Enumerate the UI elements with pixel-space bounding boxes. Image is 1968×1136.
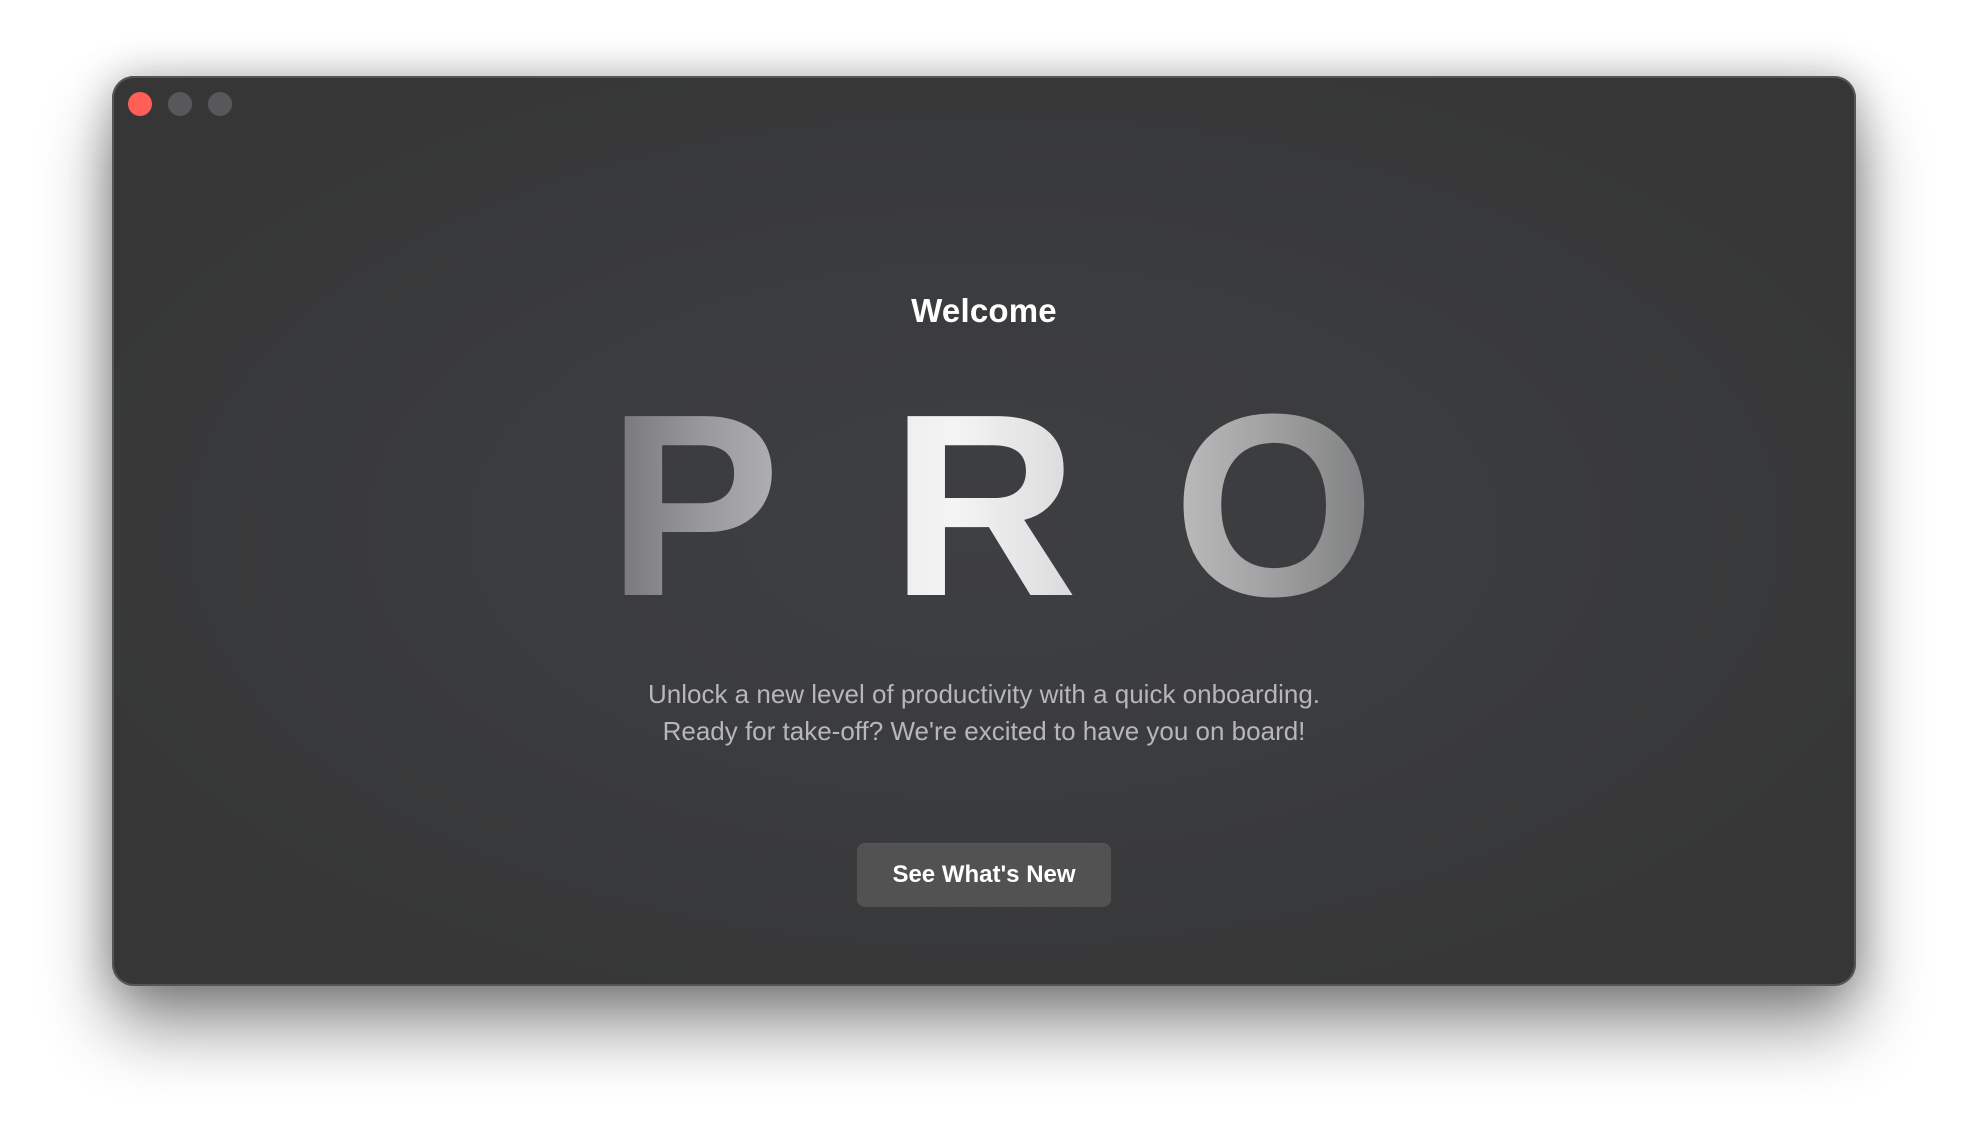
window-controls <box>128 92 232 116</box>
minimize-window-button[interactable] <box>168 92 192 116</box>
welcome-heading: Welcome <box>911 292 1057 329</box>
zoom-window-button[interactable] <box>208 92 232 116</box>
hero-letter-p: P <box>549 376 839 636</box>
close-window-button[interactable] <box>128 92 152 116</box>
onboarding-description: Unlock a new level of productivity with … <box>112 676 1856 750</box>
description-line-1: Unlock a new level of productivity with … <box>647 679 1321 709</box>
see-whats-new-button[interactable]: See What's New <box>857 843 1111 907</box>
app-window: Welcome P R O Unlock a new level of prod… <box>112 76 1856 986</box>
description-line-2: Ready for take-off? We're excited to hav… <box>662 716 1306 746</box>
hero-letter-r: R <box>839 376 1129 636</box>
pro-hero-wordmark: P R O <box>112 376 1856 636</box>
hero-letter-o: O <box>1129 376 1419 636</box>
